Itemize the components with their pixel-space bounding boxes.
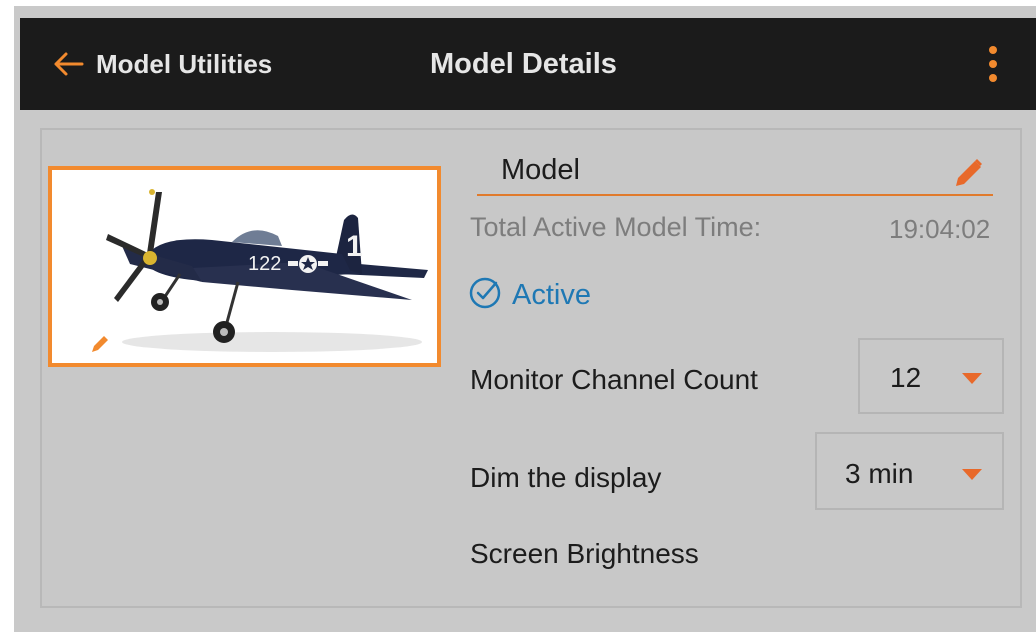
check-circle-icon — [468, 276, 502, 315]
back-label: Model Utilities — [96, 48, 273, 79]
pencil-icon[interactable] — [953, 156, 985, 193]
svg-text:1: 1 — [346, 230, 363, 263]
total-time-value: 19:04:02 — [889, 214, 991, 244]
svg-text:122: 122 — [248, 253, 281, 275]
model-name-value: Model — [501, 154, 580, 186]
active-label: Active — [512, 278, 591, 311]
dim-display-label: Dim the display — [470, 462, 662, 493]
app-bar: Model Utilities Model Details — [20, 18, 1036, 110]
dim-display-dropdown[interactable]: 3 min — [815, 432, 1004, 510]
more-vertical-icon — [978, 46, 1008, 90]
dropdown-caret-icon — [962, 373, 982, 384]
monitor-channel-count-value: 12 — [890, 362, 922, 393]
active-toggle[interactable]: Active — [468, 272, 591, 318]
arrow-left-icon — [52, 51, 84, 77]
overflow-menu-button[interactable] — [978, 42, 1008, 86]
page-title: Model Details — [430, 47, 617, 80]
model-name-field[interactable]: Model — [477, 150, 993, 196]
screen-brightness-label[interactable]: Screen Brightness — [470, 538, 699, 570]
total-time-label: Total Active Model Time: — [470, 212, 762, 242]
dropdown-caret-icon — [962, 469, 982, 480]
model-image[interactable]: 1 122 — [48, 166, 441, 367]
back-button[interactable]: Model Utilities — [52, 18, 272, 110]
monitor-channel-count-dropdown[interactable]: 12 — [858, 338, 1004, 414]
monitor-channel-count-label: Monitor Channel Count — [470, 364, 758, 395]
dim-display-value: 3 min — [845, 458, 914, 489]
